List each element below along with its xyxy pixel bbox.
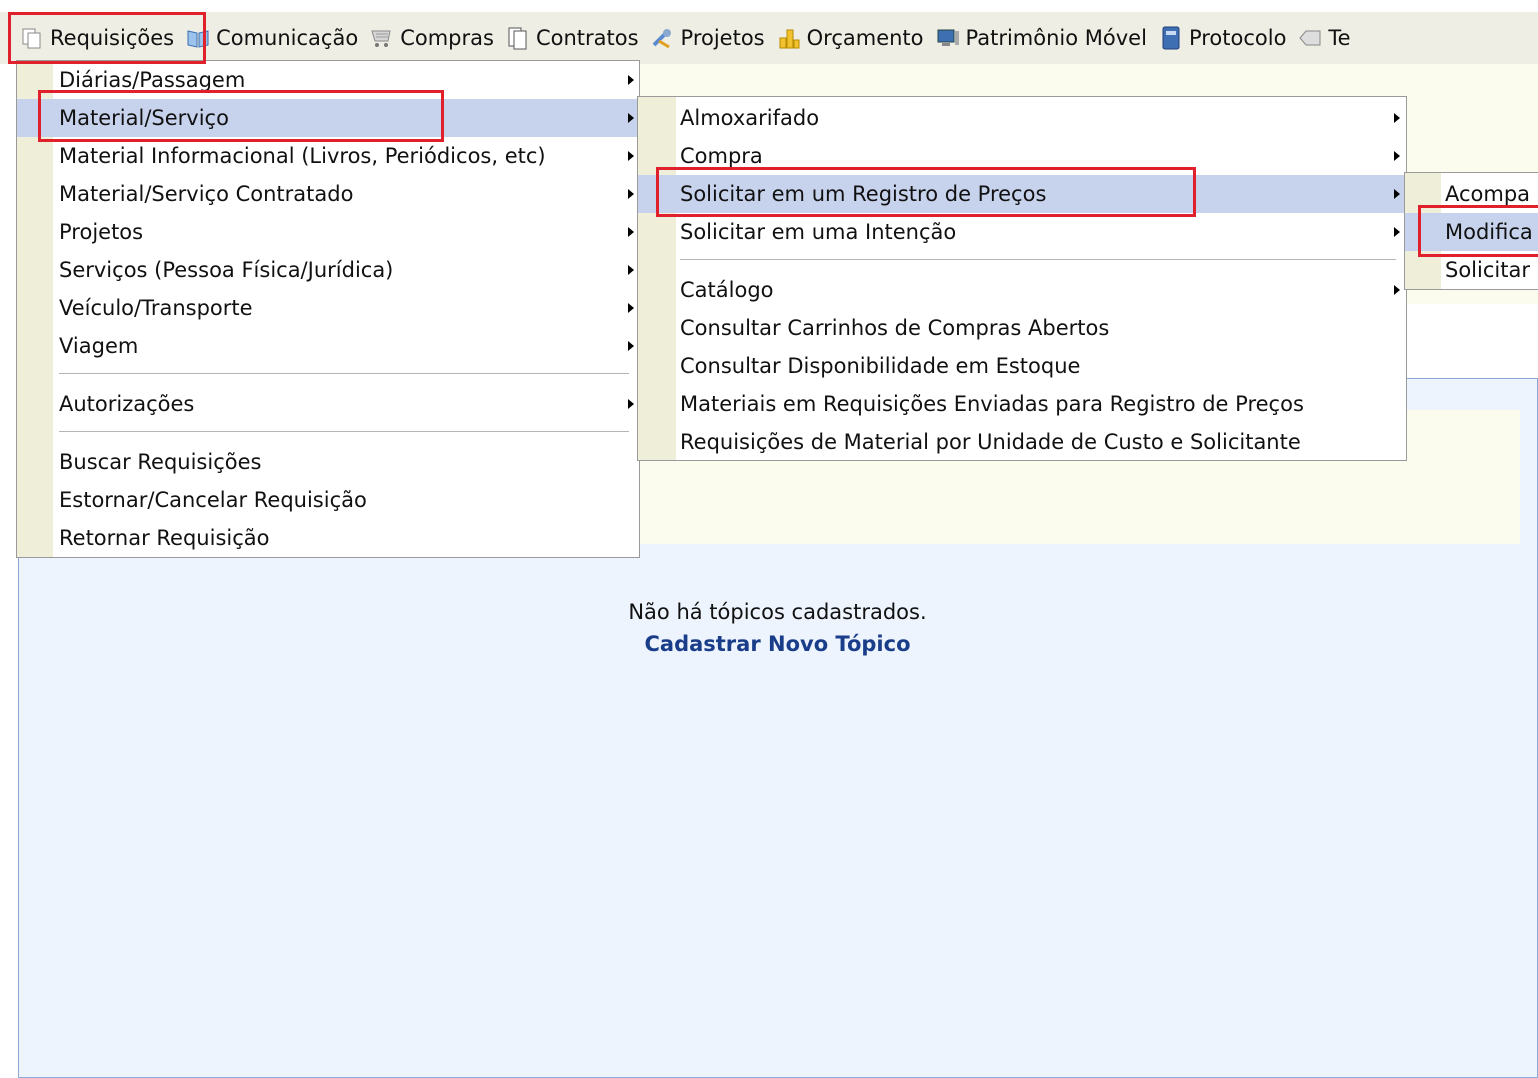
book-icon: [186, 26, 210, 50]
submenu-arrow-icon: [628, 151, 634, 161]
menu-item-requisicoes-material-unidade[interactable]: Requisições de Material por Unidade de C…: [638, 423, 1406, 461]
menubar-label: Protocolo: [1188, 26, 1287, 50]
menubar-item-orcamento[interactable]: Orçamento: [773, 12, 932, 64]
empty-message: Não há tópicos cadastrados.: [628, 600, 927, 624]
submenu-arrow-icon: [1394, 189, 1400, 199]
menu-item-autorizacoes[interactable]: Autorizações: [17, 385, 639, 423]
menu-item-material-servico-contratado[interactable]: Material/Serviço Contratado: [17, 175, 639, 213]
menu-item-label: Consultar Carrinhos de Compras Abertos: [680, 316, 1110, 340]
submenu-arrow-icon: [1394, 113, 1400, 123]
empty-state: Não há tópicos cadastrados. Cadastrar No…: [0, 596, 1538, 660]
menu-item-label: Solicitar: [1445, 258, 1530, 282]
menu-item-catalogo[interactable]: Catálogo: [638, 271, 1406, 309]
menu-item-material-informacional[interactable]: Material Informacional (Livros, Periódic…: [17, 137, 639, 175]
menu-item-label: Viagem: [59, 334, 139, 358]
coins-icon: [777, 26, 801, 50]
menu-item-retornar-requisicao[interactable]: Retornar Requisição: [17, 519, 639, 557]
menu-item-modificar[interactable]: Modifica: [1405, 213, 1538, 251]
menu-item-label: Requisições de Material por Unidade de C…: [680, 430, 1301, 454]
submenu-arrow-icon: [628, 303, 634, 313]
submenu-arrow-icon: [628, 341, 634, 351]
document-icon: [506, 26, 530, 50]
menu-item-label: Material/Serviço: [59, 106, 229, 130]
submenu-arrow-icon: [628, 399, 634, 409]
menu-item-label: Almoxarifado: [680, 106, 820, 130]
menu-item-material-servico[interactable]: Material/Serviço: [17, 99, 639, 137]
submenu-arrow-icon: [1394, 227, 1400, 237]
tools-icon: [651, 26, 675, 50]
menu-item-label: Acompa: [1445, 182, 1531, 206]
material-servico-submenu: Almoxarifado Compra Solicitar em um Regi…: [637, 96, 1407, 461]
menu-item-almoxarifado[interactable]: Almoxarifado: [638, 99, 1406, 137]
new-topic-link[interactable]: Cadastrar Novo Tópico: [0, 628, 1538, 660]
menu-item-estornar-cancelar[interactable]: Estornar/Cancelar Requisição: [17, 481, 639, 519]
menu-item-consultar-carrinhos[interactable]: Consultar Carrinhos de Compras Abertos: [638, 309, 1406, 347]
menubar-label: Contratos: [535, 26, 639, 50]
submenu-arrow-icon: [628, 227, 634, 237]
menubar-item-projetos[interactable]: Projetos: [647, 12, 773, 64]
pages-icon: [20, 26, 44, 50]
menu-separator: [59, 373, 629, 374]
menu-item-label: Consultar Disponibilidade em Estoque: [680, 354, 1081, 378]
menubar-label: Projetos: [680, 26, 765, 50]
menu-item-compra[interactable]: Compra: [638, 137, 1406, 175]
computer-icon: [936, 26, 960, 50]
menubar-label: Comunicação: [216, 26, 359, 50]
menu-item-solicitar-registro-precos[interactable]: Solicitar em um Registro de Preços: [638, 175, 1406, 213]
menu-separator: [59, 431, 629, 432]
cart-icon: [370, 26, 394, 50]
menu-separator: [680, 259, 1396, 260]
menu-item-label: Material/Serviço Contratado: [59, 182, 354, 206]
menu-item-label: Diárias/Passagem: [59, 68, 246, 92]
menu-item-servicos[interactable]: Serviços (Pessoa Física/Jurídica): [17, 251, 639, 289]
menu-item-label: Buscar Requisições: [59, 450, 262, 474]
menu-item-consultar-disponibilidade[interactable]: Consultar Disponibilidade em Estoque: [638, 347, 1406, 385]
menu-item-label: Solicitar em um Registro de Preços: [680, 182, 1047, 206]
menu-item-label: Veículo/Transporte: [59, 296, 253, 320]
menu-item-buscar-requisicoes[interactable]: Buscar Requisições: [17, 443, 639, 481]
menubar-item-te[interactable]: Te: [1294, 12, 1358, 64]
menubar-label: Orçamento: [806, 26, 924, 50]
menu-item-label: Retornar Requisição: [59, 526, 270, 550]
menubar-item-requisicoes[interactable]: Requisições: [16, 12, 182, 64]
binder-icon: [1159, 26, 1183, 50]
submenu-arrow-icon: [1394, 285, 1400, 295]
menu-item-label: Solicitar em uma Intenção: [680, 220, 957, 244]
menu-item-label: Materiais em Requisições Enviadas para R…: [680, 392, 1304, 416]
menu-item-materiais-requisicoes-enviadas[interactable]: Materiais em Requisições Enviadas para R…: [638, 385, 1406, 423]
menu-item-diarias-passagem[interactable]: Diárias/Passagem: [17, 61, 639, 99]
menu-item-veiculo-transporte[interactable]: Veículo/Transporte: [17, 289, 639, 327]
menu-item-solicitar-intencao[interactable]: Solicitar em uma Intenção: [638, 213, 1406, 251]
requisicoes-dropdown: Diárias/Passagem Material/Serviço Materi…: [16, 60, 640, 558]
menu-item-label: Catálogo: [680, 278, 774, 302]
submenu-arrow-icon: [1394, 151, 1400, 161]
registro-precos-submenu: Acompa Modifica Solicitar: [1404, 172, 1538, 290]
menu-item-label: Material Informacional (Livros, Periódic…: [59, 144, 546, 168]
tag-icon: [1298, 26, 1322, 50]
submenu-arrow-icon: [628, 75, 634, 85]
menu-item-label: Projetos: [59, 220, 144, 244]
menubar-item-contratos[interactable]: Contratos: [502, 12, 647, 64]
menubar-label: Requisições: [50, 26, 175, 50]
menu-item-label: Compra: [680, 144, 763, 168]
menubar-item-patrimonio-movel[interactable]: Patrimônio Móvel: [932, 12, 1155, 64]
menu-item-viagem[interactable]: Viagem: [17, 327, 639, 365]
menu-item-label: Serviços (Pessoa Física/Jurídica): [59, 258, 394, 282]
menubar-label: Patrimônio Móvel: [965, 26, 1147, 50]
menubar-item-protocolo[interactable]: Protocolo: [1155, 12, 1294, 64]
menu-item-label: Modifica: [1445, 220, 1533, 244]
menu-item-label: Estornar/Cancelar Requisição: [59, 488, 367, 512]
menu-item-projetos[interactable]: Projetos: [17, 213, 639, 251]
menubar-item-comunicacao[interactable]: Comunicação: [182, 12, 366, 64]
submenu-arrow-icon: [628, 113, 634, 123]
submenu-arrow-icon: [628, 265, 634, 275]
menu-item-acompanhar[interactable]: Acompa: [1405, 175, 1538, 213]
submenu-arrow-icon: [628, 189, 634, 199]
top-menubar: Requisições Comunicação Compras Contrato…: [0, 12, 1538, 64]
menubar-item-compras[interactable]: Compras: [366, 12, 502, 64]
menubar-label: Te: [1328, 26, 1351, 50]
menu-item-label: Autorizações: [59, 392, 195, 416]
menu-item-solicitar[interactable]: Solicitar: [1405, 251, 1538, 289]
menubar-label: Compras: [400, 26, 494, 50]
